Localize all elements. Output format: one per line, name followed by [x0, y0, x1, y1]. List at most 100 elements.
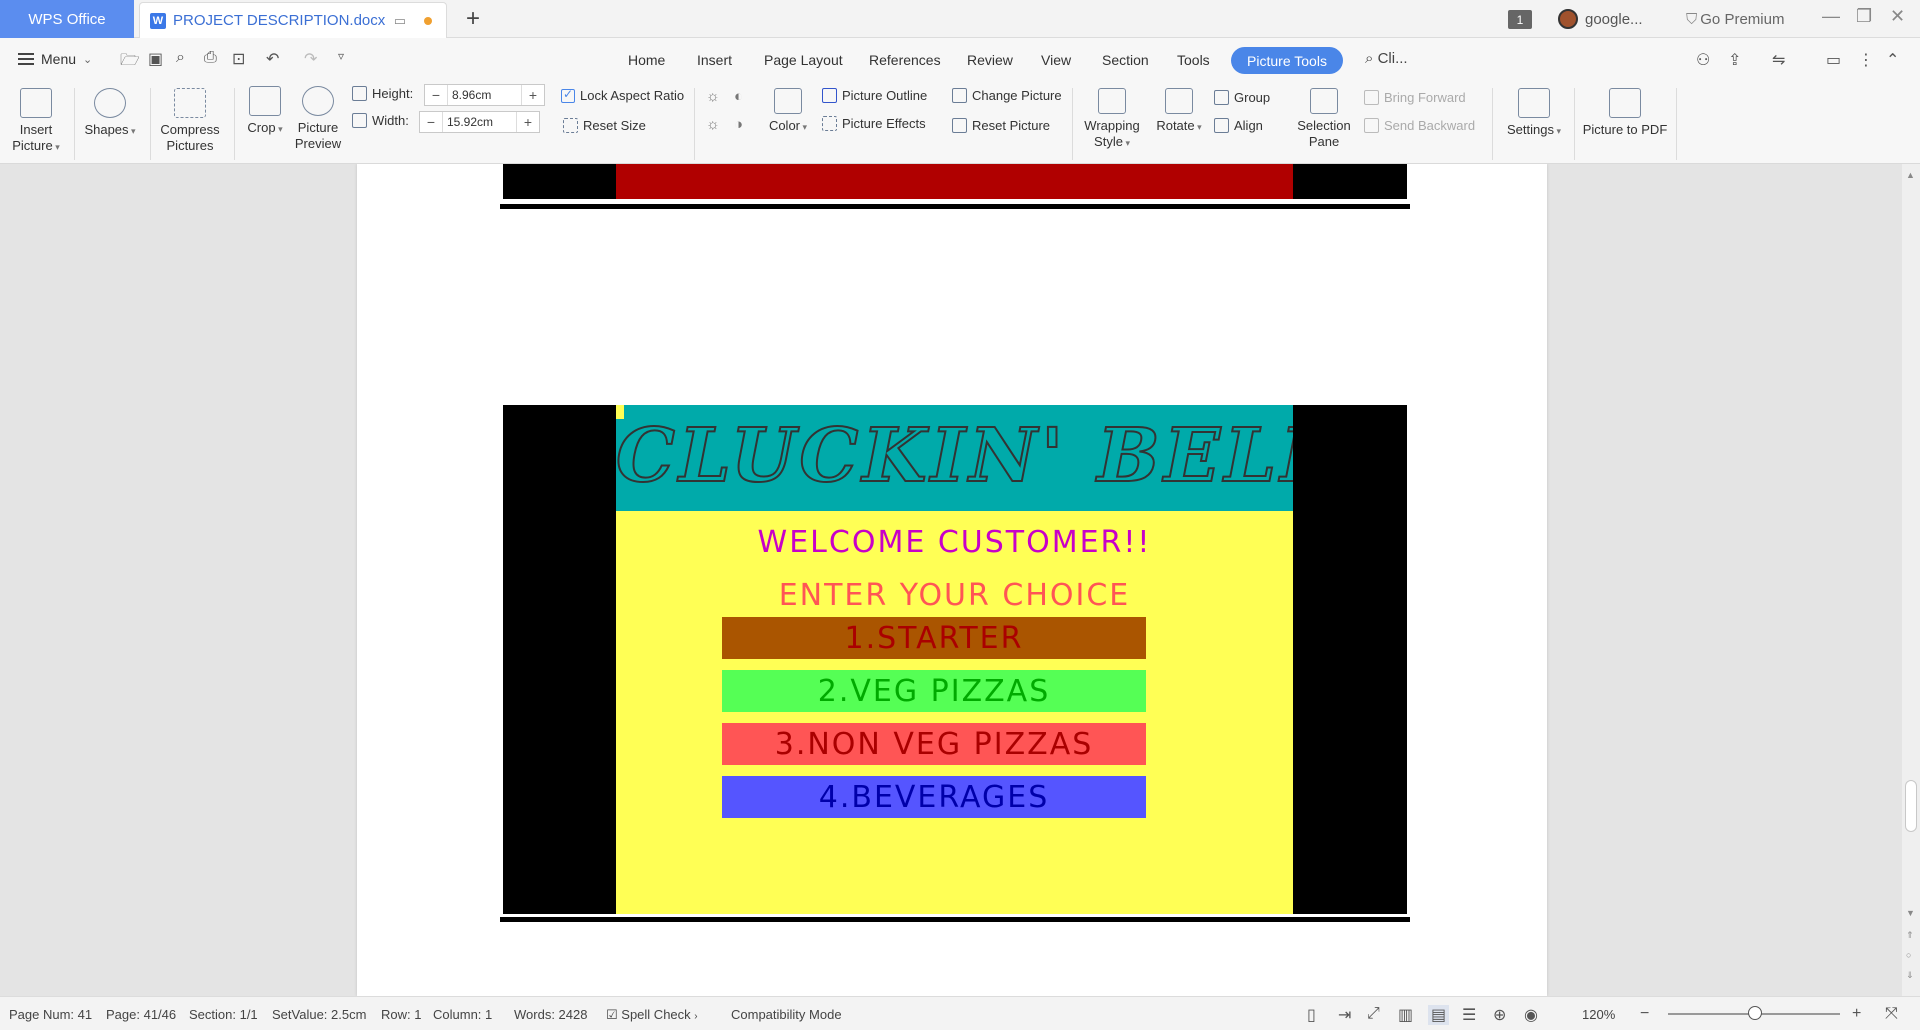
group-button[interactable]: Group — [1214, 90, 1270, 105]
compress-pictures-button[interactable]: Compress Pictures — [156, 88, 224, 154]
more-icon[interactable]: ⋮ — [1858, 50, 1874, 70]
fit-page-icon[interactable]: ⤧ — [1885, 1005, 1898, 1023]
reset-picture-button[interactable]: Reset Picture — [952, 118, 1050, 133]
user-name[interactable]: google... — [1585, 11, 1643, 28]
go-premium-button[interactable]: ⛉ Go Premium — [1686, 11, 1784, 28]
previous-page-icon[interactable]: ⇑ — [1906, 930, 1914, 941]
tab-references[interactable]: References — [869, 52, 941, 68]
settings-button[interactable]: Settings — [1500, 88, 1568, 139]
select-browse-object-icon[interactable]: ○ — [1906, 950, 1911, 960]
width-increase-button[interactable]: + — [517, 114, 539, 130]
picture-to-pdf-button[interactable]: Picture to PDF — [1580, 88, 1670, 138]
row-info[interactable]: Row: 1 — [381, 1007, 421, 1022]
width-spinner[interactable]: − 15.92cm + — [419, 111, 540, 133]
read-mode-icon[interactable]: ▥ — [1398, 1005, 1413, 1025]
comment-icon[interactable]: ▭ — [1826, 50, 1841, 70]
change-picture-button[interactable]: Change Picture — [952, 88, 1062, 103]
format-painter-icon[interactable]: ⌕ — [176, 49, 185, 67]
section-info[interactable]: Section: 1/1 — [189, 1007, 258, 1022]
height-increase-button[interactable]: + — [522, 87, 544, 103]
tab-view[interactable]: View — [1041, 52, 1071, 68]
zoom-in-icon[interactable]: + — [1852, 1005, 1861, 1023]
search-button[interactable]: ⌕ Cli... — [1365, 50, 1408, 67]
window-count-badge[interactable]: 1 — [1508, 10, 1532, 29]
color-button[interactable]: Color — [766, 88, 810, 135]
monitor-icon[interactable]: ▭ — [394, 13, 406, 29]
restore-icon[interactable]: ❐ — [1856, 6, 1872, 27]
reset-size-button[interactable]: Reset Size — [563, 118, 646, 133]
brightness-down-icon[interactable]: ☼ — [706, 116, 720, 133]
align-button[interactable]: Align — [1214, 118, 1263, 133]
redo-icon[interactable]: ↷ — [304, 49, 317, 69]
word-count[interactable]: Words: 2428 — [514, 1007, 587, 1022]
share-user-icon[interactable]: ⚇ — [1696, 50, 1710, 70]
minimize-icon[interactable]: — — [1822, 6, 1840, 27]
previous-screenshot-image[interactable] — [503, 164, 1407, 199]
crop-button[interactable]: Crop — [240, 86, 290, 137]
contrast-up-icon[interactable]: ◐ — [734, 88, 743, 105]
page-num[interactable]: Page Num: 41 — [9, 1007, 92, 1022]
tab-tools[interactable]: Tools — [1177, 52, 1210, 68]
contrast-down-icon[interactable]: ◑ — [734, 116, 743, 133]
menu-screenshot-image[interactable]: CLUCKIN' BELL WELCOME CUSTOMER!! ENTER Y… — [503, 405, 1407, 914]
height-spinner[interactable]: − 8.96cm + — [424, 84, 545, 106]
column-info[interactable]: Column: 1 — [433, 1007, 492, 1022]
insert-picture-button[interactable]: Insert Picture — [8, 88, 64, 155]
print-preview-icon[interactable]: ⊡ — [232, 49, 245, 69]
width-decrease-button[interactable]: − — [420, 114, 442, 130]
full-screen-icon[interactable]: ⤢ — [1367, 1005, 1380, 1023]
print-icon[interactable]: ⎙ — [204, 49, 217, 67]
picture-preview-button[interactable]: Picture Preview — [292, 86, 344, 152]
undo-icon[interactable]: ↶ — [266, 49, 279, 69]
shapes-button[interactable]: Shapes — [80, 88, 140, 139]
rotate-button[interactable]: Rotate — [1150, 88, 1208, 135]
tab-page-layout[interactable]: Page Layout — [764, 52, 843, 68]
avatar[interactable] — [1558, 9, 1578, 29]
focus-mode-icon[interactable]: ▯ — [1307, 1005, 1316, 1025]
menu-button[interactable]: Menu ⌄ — [18, 51, 92, 67]
eye-protection-icon[interactable]: ◉ — [1524, 1005, 1538, 1025]
outline-view-icon[interactable]: ☰ — [1462, 1005, 1476, 1025]
width-input[interactable]: 15.92cm — [442, 112, 517, 132]
spell-check-button[interactable]: ☑ Spell Check › — [606, 1007, 698, 1023]
export-icon[interactable]: ⇪ — [1728, 50, 1741, 70]
height-decrease-button[interactable]: − — [425, 87, 447, 103]
save-icon[interactable]: ▣ — [148, 49, 163, 69]
print-layout-icon[interactable]: ▤ — [1428, 1005, 1450, 1025]
scroll-up-arrow-icon[interactable]: ▲ — [1906, 170, 1915, 180]
tab-section[interactable]: Section — [1102, 52, 1149, 68]
document-tab[interactable]: W PROJECT DESCRIPTION.docx ▭ — [139, 2, 447, 38]
send-backward-button[interactable]: Send Backward — [1364, 118, 1475, 133]
height-input[interactable]: 8.96cm — [447, 85, 522, 105]
vertical-scrollbar[interactable]: ▲ ▼ ⇑ ○ ⇓ — [1902, 164, 1920, 996]
scroll-down-arrow-icon[interactable]: ▼ — [1906, 908, 1915, 918]
picture-outline-button[interactable]: Picture Outline — [822, 88, 927, 103]
navigation-icon[interactable]: ⇥ — [1338, 1005, 1351, 1025]
wrapping-style-button[interactable]: Wrapping Style — [1078, 88, 1146, 151]
tab-review[interactable]: Review — [967, 52, 1013, 68]
zoom-out-icon[interactable]: − — [1640, 1005, 1649, 1023]
picture-effects-button[interactable]: Picture Effects — [822, 116, 926, 131]
tab-picture-tools[interactable]: Picture Tools — [1231, 47, 1343, 74]
lock-aspect-ratio-checkbox[interactable]: Lock Aspect Ratio — [561, 87, 684, 103]
brightness-up-icon[interactable]: ☼ — [706, 88, 720, 105]
next-page-icon[interactable]: ⇓ — [1906, 970, 1914, 981]
selection-pane-button[interactable]: Selection Pane — [1294, 88, 1354, 150]
bring-forward-button[interactable]: Bring Forward — [1364, 90, 1466, 105]
sync-icon[interactable]: ⇋ — [1772, 50, 1785, 70]
set-value[interactable]: SetValue: 2.5cm — [272, 1007, 366, 1022]
scrollbar-thumb[interactable] — [1905, 780, 1917, 832]
document-page[interactable]: CLUCKIN' BELL WELCOME CUSTOMER!! ENTER Y… — [357, 164, 1547, 996]
collapse-ribbon-icon[interactable]: ⌃ — [1886, 50, 1899, 70]
customize-dropdown-icon[interactable]: ▿ — [338, 49, 344, 63]
tab-insert[interactable]: Insert — [697, 52, 732, 68]
document-area[interactable]: CLUCKIN' BELL WELCOME CUSTOMER!! ENTER Y… — [0, 164, 1920, 996]
tab-home[interactable]: Home — [628, 52, 665, 68]
zoom-dropdown[interactable]: 120% — [1582, 1007, 1615, 1022]
wps-office-tab[interactable]: WPS Office — [0, 0, 134, 38]
web-layout-icon[interactable]: ⊕ — [1493, 1005, 1506, 1025]
new-tab-plus-icon[interactable]: + — [466, 5, 480, 33]
close-icon[interactable]: ✕ — [1890, 6, 1905, 27]
zoom-slider-knob[interactable] — [1748, 1006, 1762, 1020]
page-count[interactable]: Page: 41/46 — [106, 1007, 176, 1022]
